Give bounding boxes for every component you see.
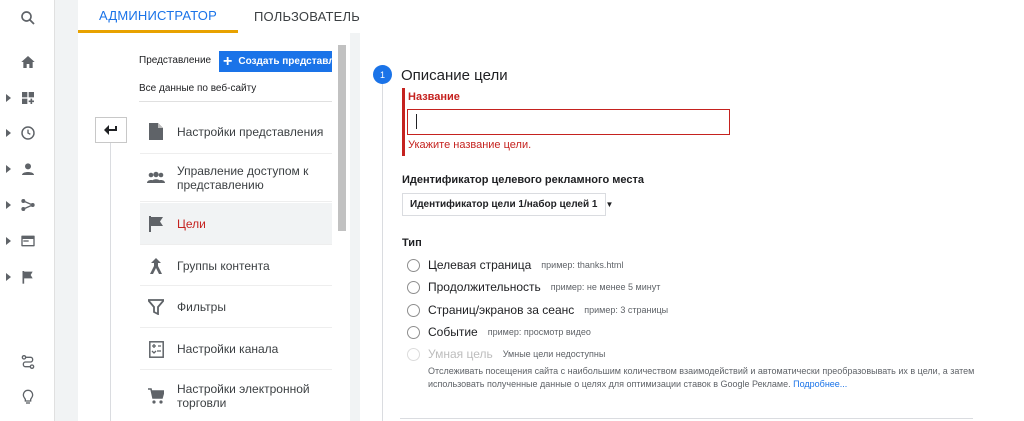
- lightbulb-icon[interactable]: [17, 386, 39, 408]
- menu-item-channel-settings[interactable]: Настройки канала: [140, 329, 332, 370]
- step-title: Описание цели: [401, 67, 508, 84]
- menu-item-label: Фильтры: [177, 300, 226, 314]
- divider: [139, 101, 332, 102]
- cart-icon: [146, 386, 166, 406]
- expand-caret-icon[interactable]: [6, 230, 12, 252]
- goal-name-input[interactable]: [407, 109, 730, 135]
- menu-item-goals[interactable]: Цели: [140, 203, 332, 245]
- filter-icon: [146, 297, 166, 317]
- step-number: 1: [373, 65, 392, 84]
- content-groups-icon: [146, 256, 166, 276]
- goal-type-smart-goal: Умная цель Умные цели недоступны: [407, 347, 605, 361]
- goal-slot-value: Идентификатор цели 1/набор целей 1: [410, 199, 598, 210]
- create-view-button[interactable]: + Создать представление: [219, 51, 332, 72]
- goal-type-example: пример: просмотр видео: [487, 327, 591, 337]
- home-icon[interactable]: [17, 51, 39, 73]
- top-tab-bar: АДМИНИСТРАТОР ПОЛЬЗОВАТЕЛЬ: [78, 0, 1024, 33]
- breadcrumb-connector: [110, 143, 111, 421]
- expand-caret-icon[interactable]: [6, 122, 12, 144]
- menu-item-filters[interactable]: Фильтры: [140, 287, 332, 328]
- name-error-message: Укажите название цели.: [408, 139, 532, 151]
- back-arrow-icon: [104, 125, 117, 135]
- menu-item-ecommerce-settings[interactable]: Настройки электронной торговли: [140, 371, 332, 421]
- menu-item-label: Управление доступом к представлению: [177, 164, 309, 192]
- menu-item-access-management[interactable]: Управление доступом к представлению: [140, 155, 332, 202]
- goal-type-destination[interactable]: Целевая страница пример: thanks.html: [407, 258, 623, 272]
- document-icon: [146, 122, 166, 142]
- back-button[interactable]: [95, 117, 127, 143]
- goal-slot-dropdown[interactable]: Идентификатор цели 1/набор целей 1 ▼: [402, 193, 613, 216]
- goal-type-label-text: Целевая страница: [428, 258, 532, 272]
- step-connector: [382, 84, 383, 421]
- goal-type-label-text: Страниц/экранов за сеанс: [428, 303, 575, 317]
- smart-goal-description: Отслеживать посещения сайта с наибольшим…: [428, 365, 978, 391]
- expand-caret-icon[interactable]: [6, 194, 12, 216]
- flag-icon: [146, 214, 166, 234]
- channel-settings-icon: [146, 339, 166, 359]
- left-nav-rail: [0, 0, 55, 421]
- error-indicator: [402, 88, 405, 156]
- expand-caret-icon[interactable]: [6, 266, 12, 288]
- goal-type-label: Тип: [402, 237, 422, 249]
- goal-type-example: Умные цели недоступны: [502, 349, 606, 359]
- radio-button[interactable]: [407, 280, 420, 294]
- conversions-flag-icon[interactable]: [17, 266, 39, 288]
- goal-type-pages-per-session[interactable]: Страниц/экранов за сеанс пример: 3 стран…: [407, 303, 668, 317]
- search-icon[interactable]: [17, 7, 39, 29]
- section-divider: [400, 418, 973, 419]
- scrollbar[interactable]: [338, 45, 346, 231]
- goal-type-example: пример: 3 страницы: [584, 305, 669, 315]
- goal-slot-label: Идентификатор целевого рекламного места: [402, 174, 644, 186]
- goal-type-label-text: Событие: [428, 325, 478, 339]
- radio-button[interactable]: [407, 303, 420, 317]
- radio-button-disabled: [407, 347, 420, 361]
- chevron-down-icon: ▼: [605, 200, 614, 209]
- view-label: Представление: [139, 55, 212, 66]
- attribution-icon[interactable]: [17, 351, 39, 373]
- goal-type-example: пример: thanks.html: [541, 260, 624, 270]
- goal-type-example: пример: не менее 5 минут: [550, 282, 661, 292]
- goal-type-label-text: Продолжительность: [428, 280, 541, 294]
- create-view-label: Создать представление: [238, 56, 332, 67]
- plus-icon: +: [223, 52, 233, 70]
- menu-item-view-settings[interactable]: Настройки представления: [140, 110, 332, 154]
- radio-button[interactable]: [407, 325, 420, 339]
- menu-item-label: Настройки канала: [177, 342, 279, 356]
- goal-type-event[interactable]: Событие пример: просмотр видео: [407, 325, 591, 339]
- menu-item-label: Цели: [177, 216, 206, 231]
- realtime-clock-icon[interactable]: [17, 122, 39, 144]
- behavior-icon[interactable]: [17, 230, 39, 252]
- acquisition-icon[interactable]: [17, 194, 39, 216]
- menu-item-label: Группы контента: [177, 258, 270, 273]
- view-selector[interactable]: Все данные по веб-сайту: [139, 83, 256, 94]
- people-icon: [146, 168, 166, 188]
- tab-admin[interactable]: АДМИНИСТРАТОР: [78, 0, 238, 33]
- customization-icon[interactable]: [17, 87, 39, 109]
- radio-button[interactable]: [407, 258, 420, 272]
- smart-goal-description-text: Отслеживать посещения сайта с наибольшим…: [428, 366, 975, 389]
- menu-item-content-groups[interactable]: Группы контента: [140, 246, 332, 286]
- expand-caret-icon[interactable]: [6, 158, 12, 180]
- text-cursor: [416, 114, 417, 129]
- audience-person-icon[interactable]: [17, 158, 39, 180]
- goal-type-label-text: Умная цель: [428, 347, 493, 361]
- menu-item-label: Настройки электронной торговли: [177, 382, 310, 410]
- goal-type-duration[interactable]: Продолжительность пример: не менее 5 мин…: [407, 280, 660, 294]
- name-label: Название: [408, 91, 460, 103]
- menu-item-label: Настройки представления: [177, 124, 324, 139]
- expand-caret-icon[interactable]: [6, 87, 12, 109]
- learn-more-link[interactable]: Подробнее...: [793, 379, 847, 389]
- tab-user[interactable]: ПОЛЬЗОВАТЕЛЬ: [254, 0, 360, 33]
